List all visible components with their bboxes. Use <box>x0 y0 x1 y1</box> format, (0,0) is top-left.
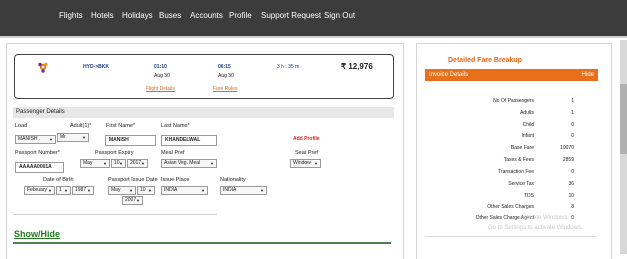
fare-row-value: 0 <box>571 133 574 139</box>
fare-row-value: 0 <box>571 122 574 128</box>
passenger-details-title: Passenger Details <box>16 109 65 115</box>
last-name-field[interactable]: KHANDELWAL <box>161 135 217 146</box>
fare-row-value: 1 <box>571 110 574 116</box>
invoice-hide-button[interactable]: Hide <box>582 72 594 78</box>
show-hide-toggle[interactable]: Show/Hide <box>14 229 60 239</box>
fare-row-label: No Of Passengers <box>493 98 534 104</box>
fare-row-value: 36 <box>568 181 574 187</box>
dob-year-select[interactable]: 1987 ▼ <box>72 186 94 195</box>
nav-support-request[interactable]: Support Request <box>261 11 321 20</box>
fare-divider <box>425 236 597 237</box>
activation-watermark-title: Activate Windows <box>520 215 568 221</box>
nav-hotels[interactable]: Hotels <box>91 11 114 20</box>
fare-rows: No Of Passengers 1 Adults 1 Child 0 Infa… <box>426 82 597 242</box>
last-name-label: Last Name* <box>161 123 190 129</box>
nav-divider <box>0 36 627 38</box>
fare-row-label: TDS <box>524 193 534 199</box>
fare-row-value: 10070 <box>560 145 574 151</box>
fare-row-label: Infant <box>521 133 534 139</box>
expiry-month-select[interactable]: May ▼ <box>80 159 110 168</box>
issue-day-select[interactable]: 10 ▼ <box>137 186 155 195</box>
form-divider <box>13 214 217 215</box>
flight-details-link[interactable]: Flight Details <box>146 86 175 92</box>
expiry-day-select[interactable]: 10 ▼ <box>111 159 126 168</box>
top-nav-bar: Flights Hotels Holidays Buses Accounts P… <box>0 0 627 38</box>
fare-row-value: 10 <box>568 193 574 199</box>
scrollbar-thumb[interactable] <box>620 84 627 154</box>
adults-label: Adult(1)* <box>70 123 92 129</box>
load-label: Load <box>15 123 28 129</box>
issue-year-select[interactable]: 2007 ▼ <box>122 196 143 205</box>
nationality-select[interactable]: INDIA ▼ <box>220 186 267 195</box>
depart-time: 01:10 <box>154 64 167 70</box>
fare-row-label: Taxes & Fees <box>503 157 534 163</box>
flight-route: HYD->BKK <box>83 64 109 70</box>
fare-row-value: 8 <box>571 204 574 210</box>
fare-row-value: 1 <box>571 98 574 104</box>
arrive-time: 06:15 <box>218 64 231 70</box>
section-divider <box>13 242 391 244</box>
load-profile-select[interactable]: MANISH . ▼ <box>15 135 56 144</box>
add-profile-link[interactable]: Add Profile <box>293 136 320 142</box>
nav-accounts[interactable]: Accounts <box>190 11 223 20</box>
fare-row-value: 0 <box>571 215 574 221</box>
activation-watermark-text: Go to Settings to activate Windows. <box>488 225 583 231</box>
nav-sign-out[interactable]: Sign Out <box>324 11 355 20</box>
seat-pref-label: Seat Pref <box>295 150 318 156</box>
dob-day-select[interactable]: 1 ▼ <box>56 186 71 195</box>
depart-date: Aug 30 <box>154 73 170 79</box>
first-name-field[interactable]: MANISH <box>105 135 156 146</box>
issue-place-select[interactable]: INDIA ▼ <box>161 186 208 195</box>
fare-row-label: Other Sales Charges <box>487 204 534 210</box>
passenger-details-header: Passenger Details <box>13 107 394 118</box>
invoice-details-label: Invoice Details <box>429 72 469 78</box>
flight-summary-card <box>14 54 394 99</box>
fare-row-label: Child <box>522 122 534 128</box>
passport-expiry-label: Passport Expiry <box>95 150 134 156</box>
issue-place-label: Issue Place <box>161 177 190 183</box>
meal-pref-select[interactable]: Asian Veg. Meal ▼ <box>161 159 217 168</box>
fare-rules-link[interactable]: Fare Rules <box>213 86 237 92</box>
fare-row-label: Base Fare <box>510 145 534 151</box>
passport-number-field[interactable]: AAAAA0001A <box>15 162 64 173</box>
nav-flights[interactable]: Flights <box>59 11 83 20</box>
seat-pref-select[interactable]: Window ▼ <box>290 159 321 168</box>
fare-row-value: 2859 <box>562 157 574 163</box>
meal-pref-label: Meal Pref <box>161 150 185 156</box>
passport-number-label: Passport Number* <box>15 150 60 156</box>
fare-row-value: 0 <box>571 169 574 175</box>
title-select[interactable]: Mr ▼ <box>57 133 89 142</box>
nav-buses[interactable]: Buses <box>159 11 181 20</box>
airline-logo-icon <box>37 60 49 73</box>
nav-holidays[interactable]: Holidays <box>122 11 153 20</box>
arrive-date: Aug 30 <box>218 73 234 79</box>
page-scrollbar[interactable] <box>620 40 627 254</box>
dob-label: Date of Birth <box>43 177 74 183</box>
flight-duration: 3 h : 35 m <box>277 64 300 70</box>
nationality-label: Nationality <box>220 177 246 183</box>
issue-month-select[interactable]: May ▼ <box>108 186 136 195</box>
flight-price: ₹ 12,976 <box>341 62 373 71</box>
expiry-year-select[interactable]: 2017 ▼ <box>127 159 148 168</box>
first-name-label: First Name* <box>106 123 136 129</box>
fare-row-label: Service Tax <box>508 181 534 187</box>
nav-profile[interactable]: Profile <box>229 11 252 20</box>
dob-month-select[interactable]: February ▼ <box>24 186 55 195</box>
fare-row-label: Transaction Fee <box>498 169 534 175</box>
fare-breakup-title: Detailed Fare Breakup <box>448 57 522 64</box>
invoice-details-bar: Invoice Details Hide <box>425 69 598 81</box>
fare-row-label: Adults <box>520 110 534 116</box>
issue-date-label: Passport Issue Date <box>108 177 158 183</box>
